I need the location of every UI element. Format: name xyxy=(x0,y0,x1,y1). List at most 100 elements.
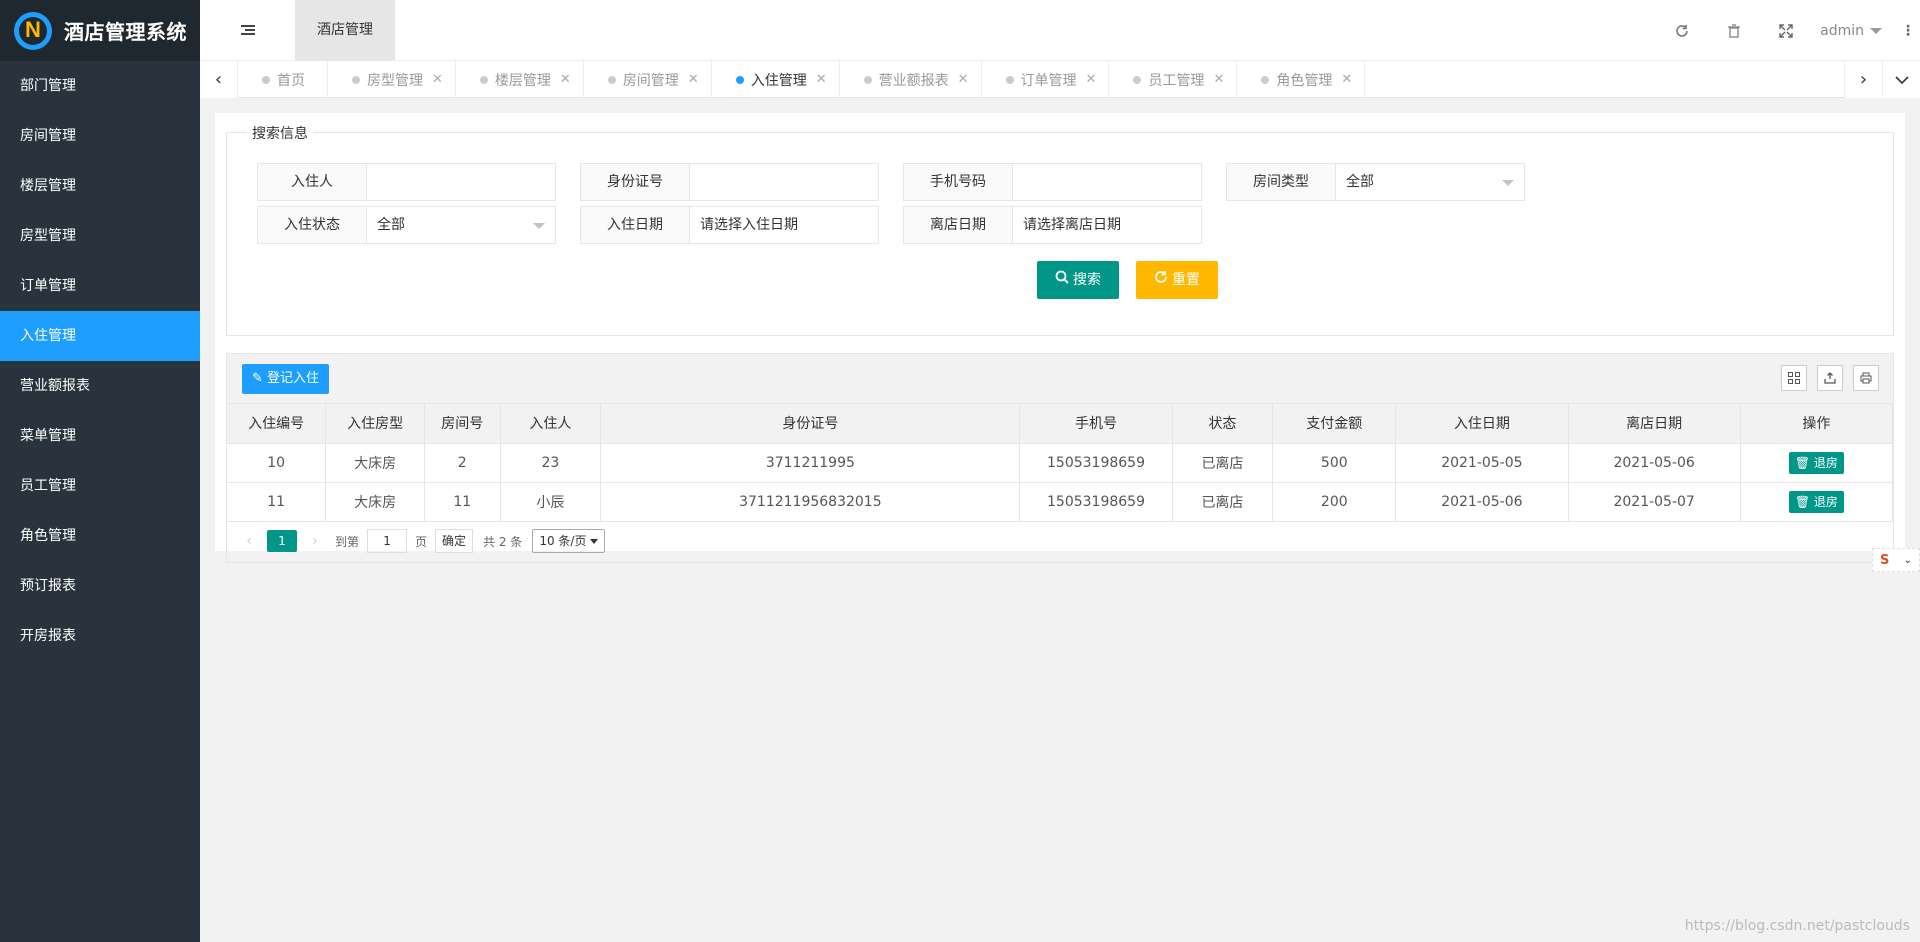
column-header[interactable]: 入住编号 xyxy=(227,404,327,444)
chevron-down-icon xyxy=(533,223,545,229)
close-icon[interactable]: ✕ xyxy=(1086,72,1097,87)
sidebar-item-role[interactable]: 角色管理 xyxy=(0,511,200,561)
column-header[interactable]: 支付金额 xyxy=(1272,404,1397,444)
menu-icon xyxy=(240,25,255,36)
page-unit-label: 页 xyxy=(415,534,428,549)
sidebar-item-order[interactable]: 订单管理 xyxy=(0,261,200,311)
goto-confirm-button[interactable]: 确定 xyxy=(435,529,474,553)
room-type-select[interactable]: 全部 xyxy=(1336,163,1525,201)
sidebar-item-floor[interactable]: 楼层管理 xyxy=(0,161,200,211)
column-header[interactable]: 入住日期 xyxy=(1395,404,1569,444)
cell-status: 已离店 xyxy=(1172,482,1274,522)
reset-button[interactable]: 重置 xyxy=(1136,261,1218,299)
tab-room-type[interactable]: 房型管理 ✕ xyxy=(328,61,456,98)
print-icon[interactable] xyxy=(1853,365,1879,391)
user-menu[interactable]: admin xyxy=(1812,23,1896,39)
checkin-panel: 搜索信息 入住人 身份证号 手机号码 房间类型 全部 入住状态 全部 入住日期 … xyxy=(215,113,1905,563)
chevron-down-icon[interactable] xyxy=(1882,61,1920,98)
chevron-right-icon[interactable]: › xyxy=(1844,61,1882,98)
logo[interactable]: 酒店管理系统 xyxy=(0,0,200,61)
tab-label: 入住管理 xyxy=(750,72,807,89)
pagination: ‹ 1 › 到第 1 页 确定 共 2 条 10 条/页 xyxy=(227,522,1893,561)
column-header[interactable]: 入住房型 xyxy=(325,404,425,444)
sidebar-nav: 部门管理 房间管理 楼层管理 房型管理 订单管理 入住管理 营业额报表 菜单管理… xyxy=(0,61,200,661)
sidebar-item-revenue-report[interactable]: 营业额报表 xyxy=(0,361,200,411)
checkout-date-input[interactable]: 请选择离店日期 xyxy=(1013,206,1202,244)
page-size-select[interactable]: 10 条/页 xyxy=(532,529,606,553)
sidebar-item-checkin[interactable]: 入住管理 xyxy=(0,311,200,361)
checkout-button[interactable]: 🗑 退房 xyxy=(1788,451,1844,474)
more-icon[interactable]: ⋮ xyxy=(1896,23,1920,39)
tab-employee[interactable]: 员工管理 ✕ xyxy=(1109,61,1238,98)
column-header[interactable]: 入住人 xyxy=(500,404,602,444)
close-icon[interactable]: ✕ xyxy=(1213,72,1224,87)
sidebar-item-room-type[interactable]: 房型管理 xyxy=(0,211,200,261)
room-type-field: 房间类型 全部 xyxy=(1226,163,1525,201)
page-tabs: 首页 房型管理 ✕ 楼层管理 ✕ 房间管理 ✕ 入住管理 ✕ 营业额报表 ✕ 订单管理 ✕ … xyxy=(238,61,1366,98)
sidebar-item-room-open-report[interactable]: 开房报表 xyxy=(0,611,200,661)
phone-input[interactable] xyxy=(1013,163,1202,201)
close-icon[interactable]: ✕ xyxy=(560,72,571,87)
tab-home[interactable]: 首页 xyxy=(238,61,328,98)
columns-icon[interactable] xyxy=(1781,365,1807,391)
register-checkin-button[interactable]: ✎ 登记入住 xyxy=(242,364,330,394)
checkout-button[interactable]: 🗑 退房 xyxy=(1788,490,1844,513)
tab-dot-icon xyxy=(262,75,270,84)
chevron-left-icon[interactable]: ‹ xyxy=(200,61,238,98)
header-tab-hotel[interactable]: 酒店管理 xyxy=(295,0,395,61)
page-current[interactable]: 1 xyxy=(267,530,297,552)
close-icon[interactable]: ✕ xyxy=(816,72,827,87)
room-type-value: 全部 xyxy=(1346,174,1374,190)
checkin-date-label: 入住日期 xyxy=(580,206,690,244)
menu-toggle-button[interactable] xyxy=(200,0,295,61)
tab-order[interactable]: 订单管理 ✕ xyxy=(982,61,1110,98)
cell-room-type: 大床房 xyxy=(325,443,425,483)
status-value: 全部 xyxy=(377,217,405,233)
chevron-right-icon[interactable]: › xyxy=(305,533,325,549)
goto-page-input[interactable]: 1 xyxy=(367,529,408,553)
guest-input[interactable] xyxy=(367,163,556,201)
column-header[interactable]: 离店日期 xyxy=(1568,404,1741,444)
checkout-button-label: 退房 xyxy=(1813,494,1838,509)
refresh-icon[interactable] xyxy=(1656,0,1708,61)
tab-role[interactable]: 角色管理 ✕ xyxy=(1237,61,1366,98)
tab-dot-icon xyxy=(607,75,616,84)
column-header[interactable]: 身份证号 xyxy=(600,404,1021,444)
close-icon[interactable]: ✕ xyxy=(688,72,699,87)
sidebar-item-menu[interactable]: 菜单管理 xyxy=(0,411,200,461)
close-icon[interactable]: ✕ xyxy=(958,72,969,87)
tab-checkin[interactable]: 入住管理 ✕ xyxy=(712,61,840,98)
column-header[interactable]: 手机号 xyxy=(1019,404,1173,444)
status-select[interactable]: 全部 xyxy=(367,206,556,244)
column-header[interactable]: 房间号 xyxy=(424,404,501,444)
tab-floor[interactable]: 楼层管理 ✕ xyxy=(456,61,584,98)
column-header[interactable]: 状态 xyxy=(1172,404,1274,444)
table-row: 10 大床房 2 23 3711211995 15053198659 已离店 5… xyxy=(227,443,1894,483)
chevron-left-icon[interactable]: ‹ xyxy=(239,533,259,549)
trash-icon[interactable] xyxy=(1708,0,1760,61)
cell-phone: 15053198659 xyxy=(1019,482,1173,522)
export-icon[interactable] xyxy=(1817,365,1843,391)
id-card-field: 身份证号 xyxy=(580,163,879,201)
guest-field: 入住人 xyxy=(257,163,556,201)
sidebar-item-booking-report[interactable]: 预订报表 xyxy=(0,561,200,611)
tab-dot-icon xyxy=(735,75,744,84)
search-button[interactable]: 搜索 xyxy=(1037,261,1119,299)
dropdown-icon: ⌄ xyxy=(1903,554,1912,566)
sidebar-item-employee[interactable]: 员工管理 xyxy=(0,461,200,511)
cell-guest: 小辰 xyxy=(500,482,602,522)
id-card-input[interactable] xyxy=(690,163,879,201)
tab-revenue-report[interactable]: 营业额报表 ✕ xyxy=(840,61,982,98)
page-size-value: 10 条/页 xyxy=(539,534,587,548)
close-icon[interactable]: ✕ xyxy=(432,72,443,87)
fullscreen-icon[interactable] xyxy=(1760,0,1812,61)
close-icon[interactable]: ✕ xyxy=(1341,72,1352,87)
cell-guest: 23 xyxy=(500,443,602,483)
cell-checkin-date: 2021-05-05 xyxy=(1395,443,1569,483)
checkin-date-input[interactable]: 请选择入住日期 xyxy=(690,206,879,244)
side-widget[interactable]: S ⌄ xyxy=(1872,548,1920,572)
phone-label: 手机号码 xyxy=(903,163,1013,201)
sidebar-item-room[interactable]: 房间管理 xyxy=(0,111,200,161)
sidebar-item-department[interactable]: 部门管理 xyxy=(0,61,200,111)
tab-room[interactable]: 房间管理 ✕ xyxy=(584,61,712,98)
